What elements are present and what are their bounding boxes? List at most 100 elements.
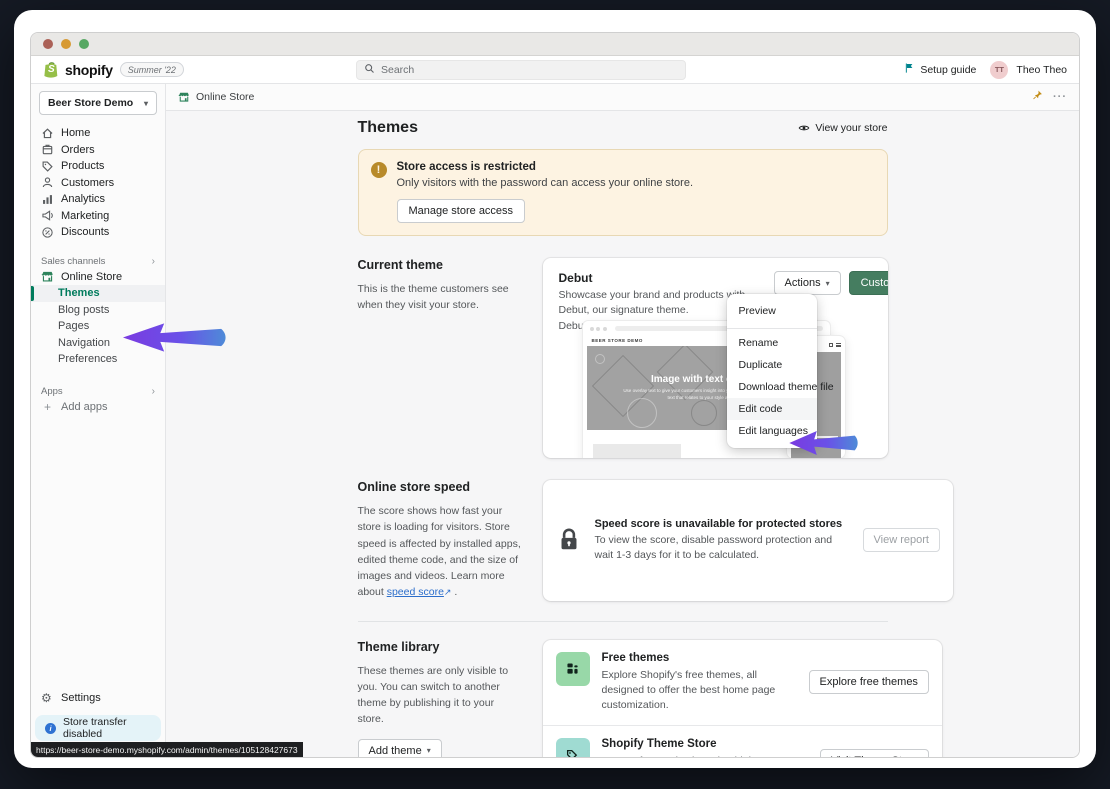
sidebar-item-online-store[interactable]: Online Store (31, 269, 165, 286)
visit-theme-store-button[interactable]: Visit Theme Store (820, 749, 929, 757)
setup-guide-button[interactable]: Setup guide (904, 62, 976, 77)
sidebar-item-customers[interactable]: Customers (31, 175, 165, 192)
apps-label: Apps (41, 386, 63, 397)
theme-store-row: Shopify Theme Store Browse free and sele… (543, 725, 942, 757)
menu-item-edit-languages[interactable]: Edit languages (727, 420, 817, 442)
page-title: Themes (358, 119, 418, 137)
logo-wordmark: shopify (65, 62, 113, 78)
store-selector[interactable]: Beer Store Demo ▾ (39, 91, 157, 115)
section-description: This is the theme customers see when the… (358, 281, 523, 314)
sidebar-item-home[interactable]: Home (31, 125, 165, 142)
free-themes-row: Free themes Explore Shopify's free theme… (543, 640, 942, 726)
menu-item-duplicate[interactable]: Duplicate (727, 354, 817, 376)
person-icon (41, 176, 54, 189)
theme-library-section: Theme library These themes are only visi… (358, 640, 888, 757)
shopify-bag-icon: S (43, 60, 60, 79)
sidebar: Beer Store Demo ▾ Home Orders Products (31, 84, 166, 757)
flag-icon (904, 62, 915, 77)
user-name[interactable]: Theo Theo (1016, 64, 1067, 76)
gear-icon: ⚙ (41, 692, 54, 704)
theme-library-card: Free themes Explore Shopify's free theme… (543, 640, 942, 757)
megaphone-icon (41, 209, 54, 222)
sidebar-item-pages[interactable]: Pages (31, 318, 165, 335)
more-options-icon[interactable]: ··· (1053, 91, 1067, 103)
sidebar-item-navigation[interactable]: Navigation (31, 335, 165, 352)
sidebar-item-products[interactable]: Products (31, 158, 165, 175)
store-selector-label: Beer Store Demo (48, 97, 133, 109)
actions-button[interactable]: Actions ▾ (774, 271, 841, 295)
sidebar-item-label: Orders (61, 144, 95, 156)
sidebar-item-discounts[interactable]: Discounts (31, 224, 165, 241)
row-title: Free themes (602, 652, 797, 664)
avatar[interactable]: TT (990, 61, 1008, 79)
banner-body: Only visitors with the password can acce… (397, 177, 694, 189)
discount-icon (41, 226, 54, 239)
channel-subheader: Online Store ··· (166, 84, 1079, 111)
add-apps-label: Add apps (61, 401, 107, 413)
sidebar-subitem-label: Themes (58, 287, 100, 299)
menu-item-download-theme-file[interactable]: Download theme file (727, 376, 817, 398)
sidebar-item-label: Home (61, 127, 90, 139)
add-theme-button[interactable]: Add theme ▾ (358, 739, 442, 757)
status-url-tooltip: https://beer-store-demo.myshopify.com/ad… (31, 742, 303, 757)
section-heading: Online store speed (358, 480, 523, 494)
sales-channels-header[interactable]: Sales channels › (31, 254, 165, 269)
store-transfer-label: Store transfer disabled (63, 716, 153, 740)
free-themes-icon (556, 652, 590, 686)
sidebar-subitem-label: Blog posts (58, 304, 109, 316)
sidebar-item-label: Products (61, 160, 104, 172)
sidebar-item-themes[interactable]: Themes (31, 285, 165, 302)
explore-free-themes-button[interactable]: Explore free themes (809, 670, 929, 694)
sidebar-item-settings[interactable]: ⚙ Settings (31, 689, 165, 707)
bag-icon (829, 343, 833, 348)
sidebar-item-preferences[interactable]: Preferences (31, 351, 165, 368)
section-description: These themes are only visible to you. Yo… (358, 663, 523, 728)
menu-item-rename[interactable]: Rename (727, 332, 817, 354)
view-your-store-link[interactable]: View your store (798, 122, 887, 134)
manage-store-access-button[interactable]: Manage store access (397, 199, 526, 223)
theme-store-icon (556, 738, 590, 757)
speed-card: Speed score is unavailable for protected… (543, 480, 953, 601)
setup-guide-label: Setup guide (920, 64, 976, 76)
channel-breadcrumb[interactable]: Online Store (178, 91, 254, 103)
maximize-window-icon[interactable] (79, 39, 89, 49)
storefront-icon (178, 91, 190, 103)
sidebar-item-orders[interactable]: Orders (31, 142, 165, 159)
close-window-icon[interactable] (43, 39, 53, 49)
global-search[interactable] (356, 60, 686, 80)
pin-icon[interactable] (1032, 88, 1043, 106)
row-body: Browse free and selected paid themes usi… (602, 754, 797, 757)
customize-button[interactable]: Customize (849, 271, 888, 295)
menu-item-preview[interactable]: Preview (727, 299, 817, 326)
store-transfer-banner[interactable]: i Store transfer disabled (35, 715, 161, 741)
sidebar-item-analytics[interactable]: Analytics (31, 191, 165, 208)
theme-name: Debut (559, 271, 774, 285)
speed-section: Online store speed The score shows how f… (358, 480, 888, 601)
settings-label: Settings (61, 692, 101, 704)
add-apps-button[interactable]: + Add apps (31, 399, 165, 416)
sidebar-nav: Home Orders Products Customers (31, 119, 165, 689)
link-suffix: . (451, 586, 457, 598)
view-report-button[interactable]: View report (863, 528, 940, 552)
sidebar-item-marketing[interactable]: Marketing (31, 208, 165, 225)
sidebar-item-label: Customers (61, 177, 114, 189)
actions-label: Actions (785, 277, 821, 289)
speed-score-link[interactable]: speed score (387, 586, 444, 598)
minimize-window-icon[interactable] (61, 39, 71, 49)
sidebar-item-label: Discounts (61, 226, 109, 238)
search-input[interactable] (381, 64, 678, 76)
shopify-logo[interactable]: S shopify (43, 60, 113, 79)
sidebar-item-blog-posts[interactable]: Blog posts (31, 302, 165, 319)
actions-dropdown-menu: Preview Rename Duplicate Download theme … (727, 294, 817, 448)
menu-divider (727, 328, 817, 329)
window-titlebar (31, 33, 1079, 56)
release-badge: Summer '22 (120, 62, 184, 77)
lock-icon (556, 526, 582, 554)
menu-item-edit-code[interactable]: Edit code (727, 398, 817, 420)
add-theme-label: Add theme (369, 745, 422, 757)
channel-label: Online Store (196, 91, 254, 103)
sidebar-item-label: Marketing (61, 210, 109, 222)
caret-down-icon: ▾ (144, 99, 148, 108)
apps-header[interactable]: Apps › (31, 384, 165, 399)
storefront-icon (41, 270, 54, 283)
